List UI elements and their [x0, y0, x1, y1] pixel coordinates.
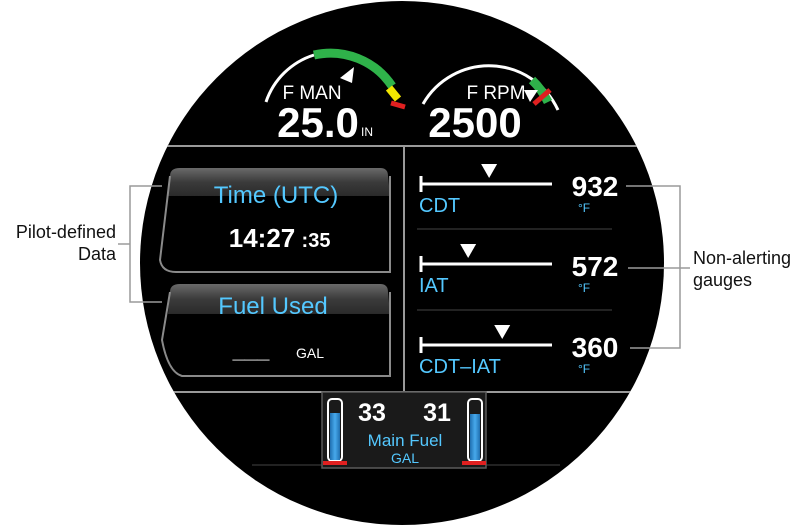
fuel-used-title: Fuel Used: [218, 293, 327, 320]
fuel-used-unit: GAL: [296, 345, 324, 361]
fuel-left-value: 33: [358, 399, 386, 427]
display-figure: F MAN 25.0 IN F RPM 2500 Time (UTC) 14:2…: [16, 1, 791, 525]
left-fuel-level: [330, 413, 340, 460]
time-seconds: :35: [302, 230, 331, 252]
bar-gauge-unit-1: °F: [578, 201, 590, 215]
left-callout-line-1: Pilot-defined: [16, 222, 116, 242]
right-fuel-redline: [462, 461, 486, 465]
right-callout-line-2: gauges: [693, 270, 752, 290]
bar-gauge-label-3: CDT–IAT: [419, 356, 501, 378]
bar-gauge-label-2: IAT: [419, 275, 449, 297]
rpm-value: 2500: [428, 99, 521, 146]
fuel-unit: GAL: [391, 450, 419, 466]
bar-gauge-unit-2: °F: [578, 281, 590, 295]
bar-gauge-value-1: 932: [572, 171, 619, 202]
right-callout-line-1: Non-alerting: [693, 248, 791, 268]
fuel-label: Main Fuel: [368, 431, 443, 450]
bar-gauge-value-3: 360: [572, 332, 619, 363]
bar-gauge-unit-3: °F: [578, 362, 590, 376]
time-title: Time (UTC): [214, 182, 338, 209]
fuel-used-value: ___: [232, 338, 270, 363]
left-fuel-redline: [323, 461, 347, 465]
bar-gauge-value-2: 572: [572, 251, 619, 282]
manifold-value: 25.0: [277, 99, 359, 146]
left-callout: Pilot-defined Data: [16, 185, 162, 303]
right-fuel-level: [470, 414, 480, 460]
time-value: 14:27: [229, 223, 296, 253]
fuel-right-value: 31: [423, 399, 451, 427]
left-callout-line-2: Data: [78, 244, 117, 264]
bar-gauge-label-1: CDT: [419, 195, 460, 217]
manifold-unit: IN: [361, 125, 373, 139]
